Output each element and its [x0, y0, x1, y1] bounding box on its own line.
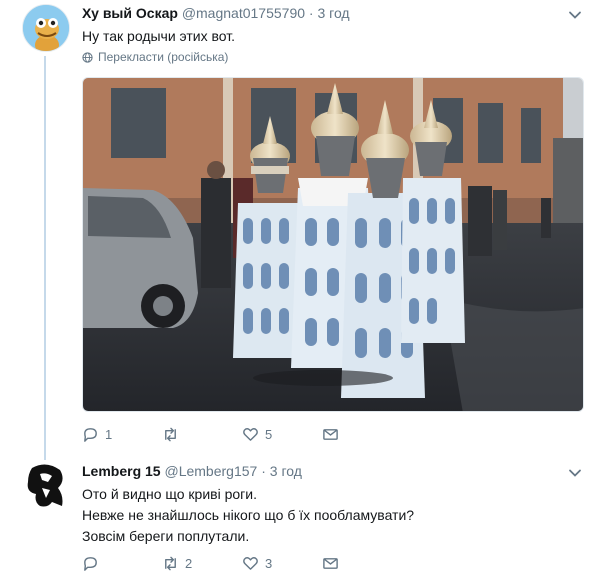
- avatar[interactable]: [22, 4, 70, 52]
- retweet-button[interactable]: 2: [162, 555, 242, 572]
- like-count: 5: [265, 427, 273, 442]
- thread-line: [44, 56, 46, 460]
- like-button[interactable]: 3: [242, 555, 322, 572]
- translate-link[interactable]: Перекласти (російська): [82, 50, 228, 64]
- tweet-text-line: Зовсім береги поплутали.: [82, 528, 250, 544]
- reply-button[interactable]: 1: [82, 426, 162, 443]
- reply-count: 1: [105, 427, 113, 442]
- user-handle[interactable]: @magnat01755790: [182, 5, 305, 21]
- retweet-button[interactable]: [162, 426, 242, 443]
- tweet-header: Ху вый Оскар @magnat01755790 · 3 год: [82, 5, 350, 21]
- tweet-text-line: Ото й видно що криві роги.: [82, 486, 257, 502]
- user-name[interactable]: Ху вый Оскар: [82, 5, 178, 21]
- avatar[interactable]: [22, 462, 70, 510]
- tweet-actions: 2 3: [82, 555, 402, 572]
- direct-message-button[interactable]: [322, 426, 402, 443]
- translate-label[interactable]: Перекласти (російська): [98, 50, 228, 64]
- retweet-count: 2: [185, 556, 193, 571]
- tweet-actions: 1 5: [82, 426, 402, 443]
- tweet-photo[interactable]: [82, 77, 584, 412]
- timestamp[interactable]: 3 год: [270, 463, 302, 479]
- envelope-icon: [323, 429, 338, 440]
- reply-icon: [84, 428, 97, 442]
- tweet-text: Ну так родычи этих вот.: [82, 26, 235, 47]
- direct-message-button[interactable]: [322, 555, 402, 572]
- globe-icon: [82, 51, 93, 63]
- chevron-down-icon[interactable]: [568, 466, 582, 480]
- envelope-icon: [323, 558, 338, 569]
- tweet-text-line: Ну так родычи этих вот.: [82, 28, 236, 44]
- separator-dot: ·: [261, 463, 266, 479]
- tweet-text: Ото й видно що криві роги. Невже не знай…: [82, 484, 414, 547]
- heart-icon: [243, 557, 258, 570]
- retweet-icon: [165, 427, 176, 442]
- retweet-icon: [165, 556, 176, 571]
- like-button[interactable]: 5: [242, 426, 322, 443]
- chevron-down-icon[interactable]: [568, 8, 582, 22]
- reply-icon: [84, 557, 97, 571]
- tweet-header: Lemberg 15 @Lemberg157 · 3 год: [82, 463, 302, 479]
- like-count: 3: [265, 556, 273, 571]
- reply-button[interactable]: [82, 555, 162, 572]
- user-handle[interactable]: @Lemberg157: [164, 463, 257, 479]
- separator-dot: ·: [308, 5, 314, 21]
- user-name[interactable]: Lemberg 15: [82, 463, 161, 479]
- heart-icon: [243, 428, 258, 441]
- tweet-text-line: Невже не знайшлось нікого що б їх пообла…: [82, 507, 415, 523]
- timestamp[interactable]: 3 год: [317, 5, 349, 21]
